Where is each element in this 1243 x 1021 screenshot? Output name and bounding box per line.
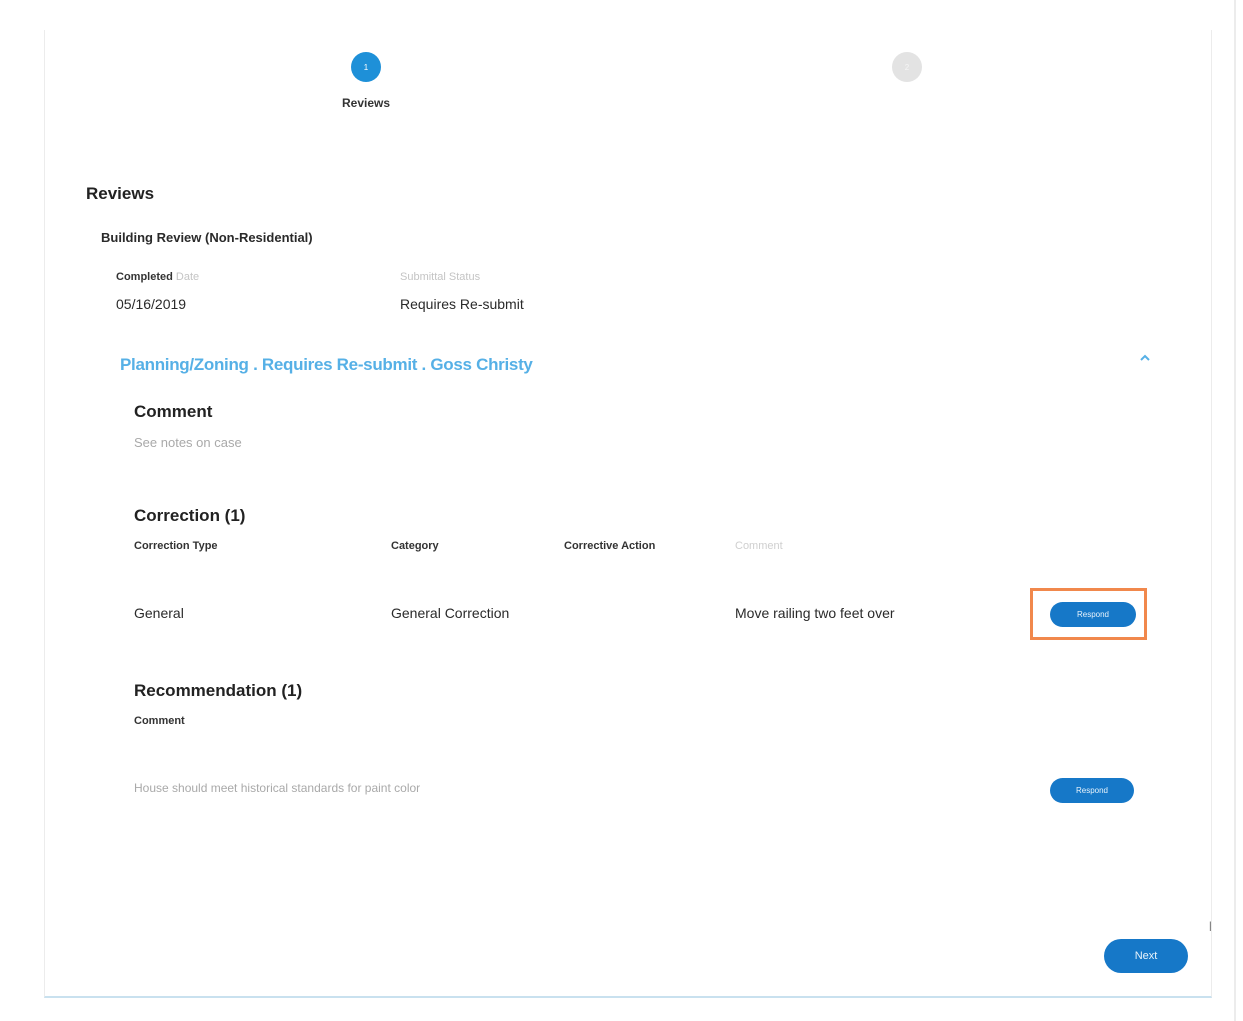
- progress-stepper: 1 Reviews 2: [0, 52, 1243, 132]
- recommendation-comment-cell: House should meet historical standards f…: [134, 781, 421, 795]
- step-2-indicator: 2: [892, 52, 922, 82]
- recommendation-column-header-comment: Comment: [134, 715, 185, 727]
- submittal-status-label: Submittal Status: [400, 271, 481, 283]
- correction-type-cell: General: [134, 605, 184, 621]
- comment-text: See notes on case: [134, 435, 242, 450]
- submittal-status-value: Requires Re-submit: [400, 296, 524, 312]
- chevron-up-glyph: [1140, 354, 1150, 361]
- step-1-label: Reviews: [341, 96, 391, 110]
- review-name: Building Review (Non-Residential): [101, 230, 313, 245]
- step-2[interactable]: 2: [847, 52, 967, 82]
- recommendation-respond-button[interactable]: Respond: [1050, 778, 1134, 803]
- comment-section-title: Comment: [134, 402, 213, 421]
- correction-comment-cell: Move railing two feet over: [735, 605, 895, 621]
- completed-date-value: 05/16/2019: [116, 296, 187, 312]
- column-header-correction-type: Correction Type: [134, 540, 218, 552]
- column-header-category: Category: [391, 540, 439, 552]
- chevron-up-icon[interactable]: [1138, 352, 1152, 366]
- correction-section-title: Correction (1): [134, 506, 246, 525]
- recommendation-section-title: Recommendation (1): [134, 681, 303, 700]
- discipline-accordion-header[interactable]: Planning/Zoning . Requires Re-submit . G…: [120, 355, 533, 375]
- column-header-comment: Comment: [735, 540, 783, 552]
- step-1-indicator: 1: [351, 52, 381, 82]
- correction-category-cell: General Correction: [391, 605, 510, 621]
- step-reviews[interactable]: 1 Reviews: [306, 52, 426, 110]
- completed-date-label: Completed Date: [116, 271, 200, 283]
- next-button[interactable]: Next: [1104, 939, 1188, 973]
- page-edge-divider: [1234, 0, 1236, 1021]
- correction-respond-button[interactable]: Respond: [1050, 602, 1136, 627]
- column-header-corrective-action: Corrective Action: [564, 540, 656, 552]
- section-title-reviews: Reviews: [86, 184, 155, 203]
- scroll-marker: |: [1209, 921, 1212, 932]
